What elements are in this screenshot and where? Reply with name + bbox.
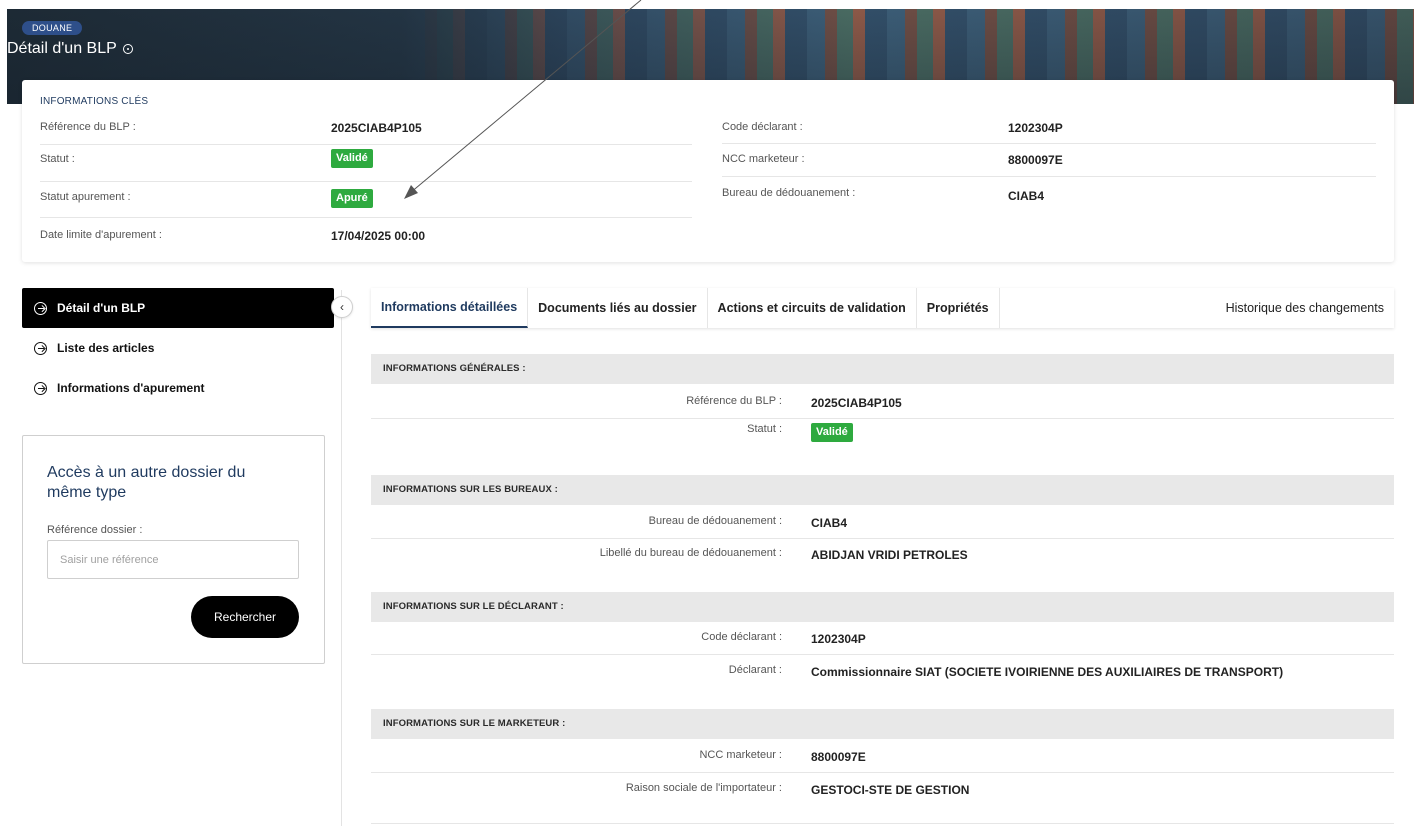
- detail-label: Bureau de dédouanement :: [648, 515, 782, 527]
- department-badge: DOUANE: [22, 21, 83, 35]
- tab-properties[interactable]: Propriétés: [917, 288, 1000, 328]
- detail-value: Commissionnaire SIAT (SOCIETE IVOIRIENNE…: [811, 665, 1284, 679]
- key-info-heading: INFORMATIONS CLÉS: [40, 96, 149, 107]
- reference-field-label: Référence dossier :: [47, 524, 143, 536]
- key-info-label: NCC marketeur :: [722, 153, 805, 165]
- key-info-row: Statut apurement : Apuré: [40, 189, 692, 218]
- detail-value: 2025CIAB4P105: [811, 396, 902, 410]
- section-header-marketer: INFORMATIONS SUR LE MARKETEUR :: [371, 709, 1394, 739]
- tab-detailed-info[interactable]: Informations détaillées: [371, 288, 529, 328]
- section-header-offices: INFORMATIONS SUR LES BUREAUX :: [371, 475, 1394, 505]
- detail-value: CIAB4: [811, 516, 848, 530]
- detail-value: 8800097E: [811, 750, 866, 764]
- collapse-sidebar-button[interactable]: ‹: [331, 296, 353, 318]
- key-info-row: Code déclarant : 1202304P: [722, 120, 1376, 144]
- detail-label: Référence du BLP :: [686, 395, 782, 407]
- key-info-label: Code déclarant :: [722, 121, 803, 133]
- detail-label: Libellé du bureau de dédouanement :: [599, 547, 782, 559]
- key-info-label: Statut :: [40, 153, 75, 165]
- info-circle-icon[interactable]: [122, 44, 133, 54]
- key-info-row: NCC marketeur : 8800097E: [722, 152, 1376, 177]
- detail-value: Validé: [811, 423, 853, 446]
- clearance-status-badge: Apuré: [331, 189, 373, 208]
- sidebar-item-label: Détail d'un BLP: [57, 301, 146, 315]
- section-header-declarant: INFORMATIONS SUR LE DÉCLARANT :: [371, 592, 1394, 622]
- page-title-text: Détail d'un BLP: [7, 40, 117, 57]
- detail-label: NCC marketeur :: [699, 749, 782, 761]
- detail-row: Code déclarant : 1202304P: [371, 622, 1394, 655]
- detail-row: NCC marketeur : 8800097E: [371, 740, 1394, 773]
- section-header-general: INFORMATIONS GÉNÉRALES :: [371, 354, 1394, 384]
- sidebar-nav: Détail d'un BLP Liste des articles Infor…: [22, 288, 334, 408]
- arrow-right-circle-icon: [34, 381, 47, 395]
- detail-row: Référence du BLP : 2025CIAB4P105: [371, 386, 1394, 419]
- arrow-right-circle-icon: [34, 301, 47, 315]
- status-badge: Validé: [811, 423, 853, 442]
- page-title: Détail d'un BLP: [7, 38, 133, 60]
- chevron-left-icon: ‹: [340, 300, 344, 314]
- key-info-label: Bureau de dédouanement :: [722, 187, 856, 199]
- access-box-title: Accès à un autre dossier du même type: [47, 464, 246, 501]
- section-divider: [371, 823, 1394, 824]
- key-info-value: 1202304P: [1008, 121, 1063, 135]
- key-info-label: Référence du BLP :: [40, 121, 136, 133]
- sidebar-item-blp-detail[interactable]: Détail d'un BLP: [22, 288, 334, 328]
- detail-value: ABIDJAN VRIDI PETROLES: [811, 548, 968, 562]
- key-info-value: Apuré: [331, 189, 373, 208]
- detail-row: Raison sociale de l'importateur : GESTOC…: [371, 773, 1394, 806]
- key-info-value: 2025CIAB4P105: [331, 121, 422, 135]
- detail-row: Statut : Validé: [371, 419, 1394, 452]
- detail-label: Statut :: [747, 423, 782, 435]
- key-info-row: Statut : Validé: [40, 149, 692, 182]
- other-file-access-box: Accès à un autre dossier du même type Ré…: [22, 435, 325, 664]
- detail-row: Déclarant : Commissionnaire SIAT (SOCIET…: [371, 655, 1394, 688]
- key-info-label: Date limite d'apurement :: [40, 229, 162, 241]
- tab-change-history[interactable]: Historique des changements: [1216, 288, 1394, 328]
- arrow-right-circle-icon: [34, 341, 47, 355]
- search-button[interactable]: Rechercher: [191, 596, 299, 638]
- key-info-row: Référence du BLP : 2025CIAB4P105: [40, 120, 692, 145]
- key-info-row: Date limite d'apurement : 17/04/2025 00:…: [40, 228, 692, 248]
- sidebar-item-label: Liste des articles: [57, 341, 155, 355]
- detail-label: Raison sociale de l'importateur :: [625, 782, 782, 794]
- tab-linked-documents[interactable]: Documents liés au dossier: [528, 288, 708, 328]
- tab-validation-circuits[interactable]: Actions et circuits de validation: [708, 288, 917, 328]
- detail-label: Déclarant :: [728, 664, 782, 676]
- detail-row: Libellé du bureau de dédouanement : ABID…: [371, 538, 1394, 571]
- key-info-value: 17/04/2025 00:00: [331, 229, 426, 243]
- reference-input[interactable]: [47, 540, 299, 579]
- detail-row: Bureau de dédouanement : CIAB4: [371, 506, 1394, 539]
- detail-value: GESTOCI-STE DE GESTION: [811, 783, 970, 797]
- key-info-value: 8800097E: [1008, 153, 1063, 167]
- detail-value: 1202304P: [811, 632, 866, 646]
- key-info-value: CIAB4: [1008, 189, 1045, 203]
- key-info-row: Bureau de dédouanement : CIAB4: [722, 186, 1376, 206]
- panel-divider: [341, 290, 342, 826]
- detail-tabs: Informations détaillées Documents liés a…: [371, 288, 1394, 328]
- sidebar-item-clearance-info[interactable]: Informations d'apurement: [22, 368, 334, 408]
- key-info-label: Statut apurement :: [40, 191, 131, 203]
- sidebar-item-label: Informations d'apurement: [57, 381, 205, 395]
- status-badge: Validé: [331, 149, 373, 168]
- key-info-card: INFORMATIONS CLÉS Référence du BLP : 202…: [22, 80, 1394, 262]
- detail-label: Code déclarant :: [701, 631, 782, 643]
- key-info-value: Validé: [331, 149, 373, 168]
- sidebar-item-articles[interactable]: Liste des articles: [22, 328, 334, 368]
